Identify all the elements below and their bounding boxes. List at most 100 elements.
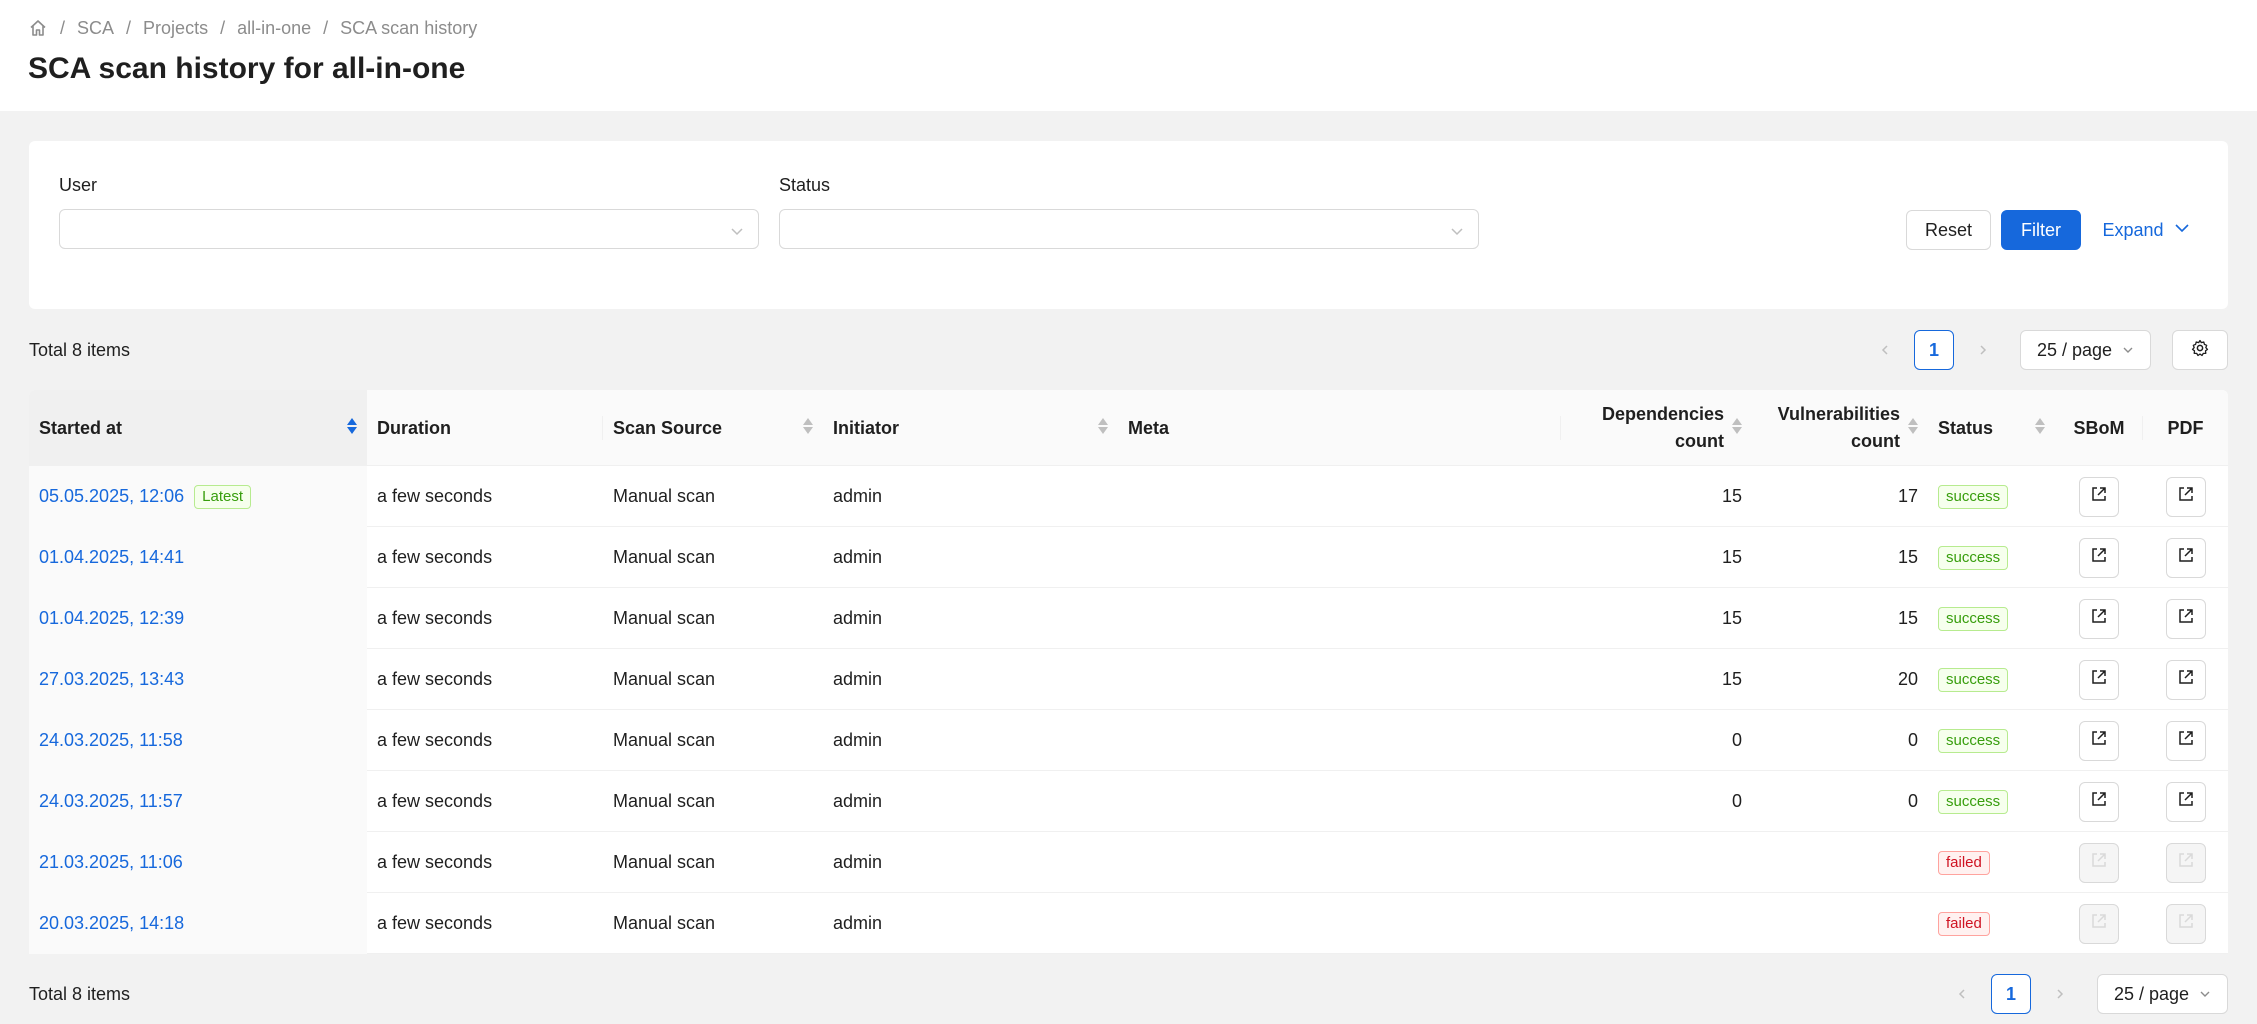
chevron-down-icon xyxy=(2174,220,2190,241)
column-label: Initiator xyxy=(833,417,899,438)
status-select[interactable] xyxy=(779,209,1479,249)
sort-icon xyxy=(803,418,813,438)
external-link-icon xyxy=(2090,607,2108,630)
pdf-export-button[interactable] xyxy=(2165,598,2206,639)
sort-icon xyxy=(1732,418,1742,438)
breadcrumb-projects[interactable]: Projects xyxy=(143,18,208,39)
column-vulnerabilities-count[interactable]: Vulnerabilities count xyxy=(1752,390,1928,466)
column-label: Vulnerabilities xyxy=(1777,404,1900,424)
sbom-export-button[interactable] xyxy=(2079,842,2119,883)
pdf-export-button[interactable] xyxy=(2165,903,2206,944)
reset-button[interactable]: Reset xyxy=(1906,210,1991,250)
external-link-icon xyxy=(2090,790,2108,813)
sbom-export-button[interactable] xyxy=(2079,903,2119,944)
sbom-export-button[interactable] xyxy=(2079,476,2119,517)
column-dependencies-count[interactable]: Dependencies count xyxy=(1561,390,1752,466)
scan-link[interactable]: 24.03.2025, 11:57 xyxy=(39,791,183,812)
pdf-export-button[interactable] xyxy=(2165,781,2206,822)
page-number-button[interactable]: 1 xyxy=(1991,974,2031,1014)
external-link-icon xyxy=(2177,729,2195,752)
next-page-button[interactable] xyxy=(1966,333,2000,367)
cell-pdf xyxy=(2143,527,2228,588)
prev-page-button[interactable] xyxy=(1868,333,1902,367)
filter-button[interactable]: Filter xyxy=(2001,210,2081,250)
cell-started-at: 01.04.2025, 14:41 xyxy=(29,527,367,588)
pdf-export-button[interactable] xyxy=(2165,720,2206,761)
status-badge: success xyxy=(1938,789,2009,814)
cell-meta xyxy=(1118,710,1561,771)
cell-scan-source: Manual scan xyxy=(613,913,716,933)
cell-duration: a few seconds xyxy=(377,486,493,506)
page-number-button[interactable]: 1 xyxy=(1914,330,1954,370)
breadcrumb-sca[interactable]: SCA xyxy=(77,18,114,39)
cell-vulnerabilities-count: 0 xyxy=(1907,791,1918,811)
column-label: count xyxy=(1675,431,1724,451)
cell-sbom xyxy=(2055,527,2143,588)
cell-vulnerabilities-count: 17 xyxy=(1897,486,1918,506)
cell-initiator: admin xyxy=(833,547,883,567)
table-row: 01.04.2025, 12:39 a few seconds Manual sca… xyxy=(29,588,2228,649)
expand-label: Expand xyxy=(2102,219,2164,240)
scan-link[interactable]: 21.03.2025, 11:06 xyxy=(39,852,183,873)
status-badge: failed xyxy=(1938,850,1990,875)
sbom-export-button[interactable] xyxy=(2079,659,2119,700)
total-items-top: Total 8 items xyxy=(29,340,131,360)
cell-started-at: 24.03.2025, 11:57 xyxy=(29,771,367,832)
page-size-select[interactable]: 25 / page xyxy=(2020,330,2152,370)
cell-initiator: admin xyxy=(833,791,883,811)
table-body: 05.05.2025, 12:06 Latest a few seconds Manu… xyxy=(29,466,2228,954)
column-label: Started at xyxy=(39,417,123,438)
home-icon[interactable] xyxy=(28,18,48,38)
page-size-select[interactable]: 25 / page xyxy=(2097,974,2229,1014)
sbom-export-button[interactable] xyxy=(2079,781,2119,822)
sbom-export-button[interactable] xyxy=(2079,537,2119,578)
column-pdf: PDF xyxy=(2143,390,2228,466)
table-header: Started at Duration Scan Source Initiato… xyxy=(29,390,2228,466)
cell-pdf xyxy=(2143,466,2228,527)
external-link-icon xyxy=(2090,485,2108,508)
cell-meta xyxy=(1118,527,1561,588)
cell-dependencies-count: 15 xyxy=(1721,608,1742,628)
cell-duration: a few seconds xyxy=(377,669,493,689)
page-size-value: 25 / page xyxy=(2114,983,2190,1004)
cell-status: failed xyxy=(1928,893,2055,954)
scan-link[interactable]: 05.05.2025, 12:06 xyxy=(39,486,184,507)
prev-page-button[interactable] xyxy=(1945,977,1979,1011)
breadcrumb-separator: / xyxy=(220,17,226,38)
status-filter-label: Status xyxy=(779,175,831,195)
scan-link[interactable]: 20.03.2025, 14:18 xyxy=(39,913,184,934)
status-badge: success xyxy=(1938,728,2009,753)
column-status[interactable]: Status xyxy=(1928,390,2055,466)
sbom-export-button[interactable] xyxy=(2079,720,2119,761)
expand-button[interactable]: Expand xyxy=(2096,210,2196,250)
user-select[interactable] xyxy=(59,209,759,249)
pdf-export-button[interactable] xyxy=(2165,659,2206,700)
sbom-export-button[interactable] xyxy=(2079,598,2119,639)
cell-started-at: 05.05.2025, 12:06 Latest xyxy=(29,466,367,527)
cell-vulnerabilities-count: 15 xyxy=(1897,608,1918,628)
cell-scan-source: Manual scan xyxy=(613,608,716,628)
scan-link[interactable]: 01.04.2025, 14:41 xyxy=(39,547,184,568)
column-initiator[interactable]: Initiator xyxy=(823,390,1118,466)
next-page-button[interactable] xyxy=(2043,977,2077,1011)
pdf-export-button[interactable] xyxy=(2165,537,2206,578)
scan-link[interactable]: 01.04.2025, 12:39 xyxy=(39,608,184,629)
cell-dependencies-count xyxy=(1561,832,1752,893)
table-settings-button[interactable] xyxy=(2172,330,2228,370)
status-badge: failed xyxy=(1938,911,1990,936)
sort-icon xyxy=(2035,418,2045,438)
cell-started-at: 20.03.2025, 14:18 xyxy=(29,893,367,954)
scan-link[interactable]: 24.03.2025, 11:58 xyxy=(39,730,183,751)
sort-icon xyxy=(347,418,357,438)
pdf-export-button[interactable] xyxy=(2165,476,2206,517)
pdf-export-button[interactable] xyxy=(2165,842,2206,883)
breadcrumb-project[interactable]: all-in-one xyxy=(237,18,311,39)
column-meta: Meta xyxy=(1118,390,1561,466)
scan-link[interactable]: 27.03.2025, 13:43 xyxy=(39,669,184,690)
pagination-bottom: 1 25 / page xyxy=(1945,974,2229,1014)
column-started-at[interactable]: Started at xyxy=(29,390,367,466)
column-scan-source[interactable]: Scan Source xyxy=(603,390,823,466)
cell-duration: a few seconds xyxy=(377,547,493,567)
external-link-icon xyxy=(2090,668,2108,691)
breadcrumb: / SCA / Projects / all-in-one / SCA scan… xyxy=(28,15,477,41)
